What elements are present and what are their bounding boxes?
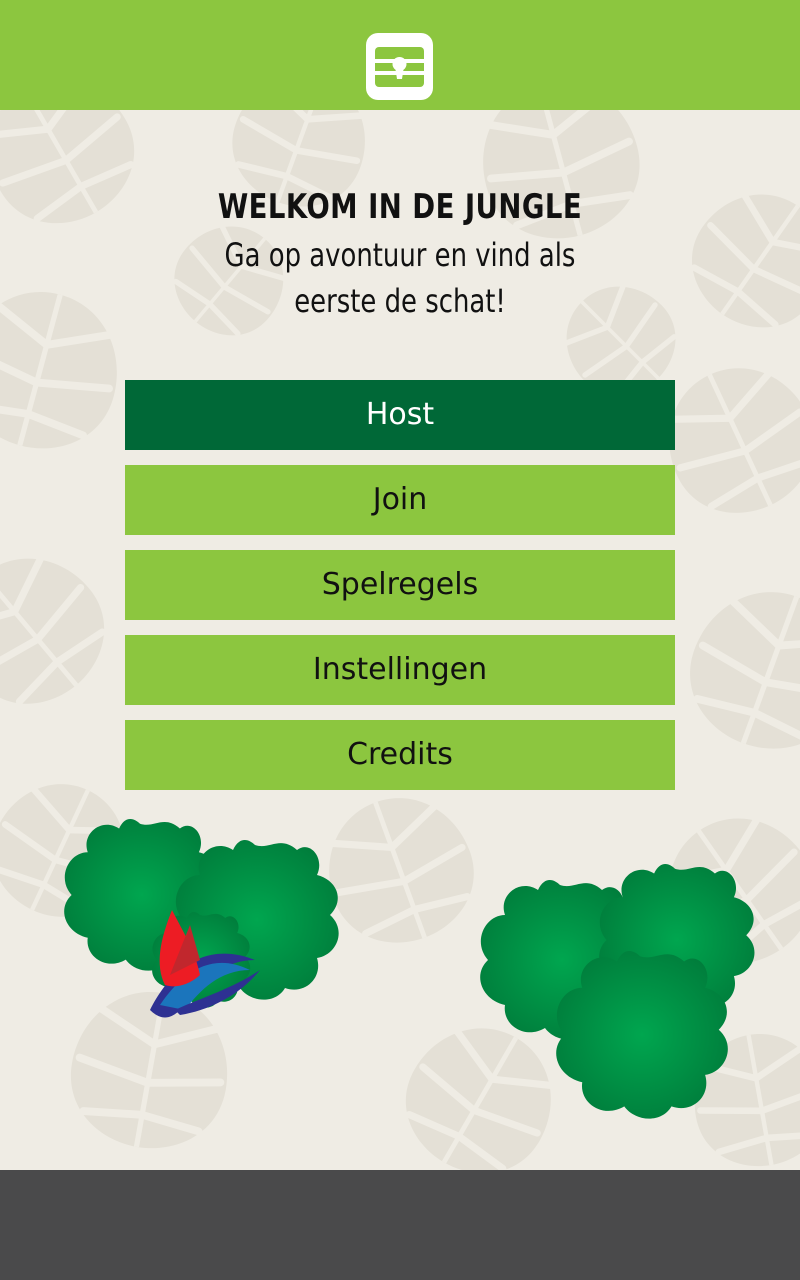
right-bush-group xyxy=(480,864,755,1119)
main-menu: Host Join Spelregels Instellingen Credit… xyxy=(125,380,675,805)
keyhole-lock-icon[interactable] xyxy=(366,33,433,100)
top-app-bar xyxy=(0,0,800,110)
settings-button[interactable]: Instellingen xyxy=(125,635,675,705)
main-menu-screen: WELKOM IN DE JUNGLE Ga op avontuur en vi… xyxy=(0,0,800,1280)
welcome-subtitle: Ga op avontuur en vind als eerste de sch… xyxy=(224,236,576,320)
welcome-title: WELKOM IN DE JUNGLE xyxy=(217,187,583,227)
bottom-bar xyxy=(0,1170,800,1280)
jungle-bushes-illustration xyxy=(64,819,755,1119)
join-button[interactable]: Join xyxy=(125,465,675,535)
credits-button[interactable]: Credits xyxy=(125,720,675,790)
host-button[interactable]: Host xyxy=(125,380,675,450)
welcome-section: WELKOM IN DE JUNGLE Ga op avontuur en vi… xyxy=(0,186,800,324)
rules-button[interactable]: Spelregels xyxy=(125,550,675,620)
